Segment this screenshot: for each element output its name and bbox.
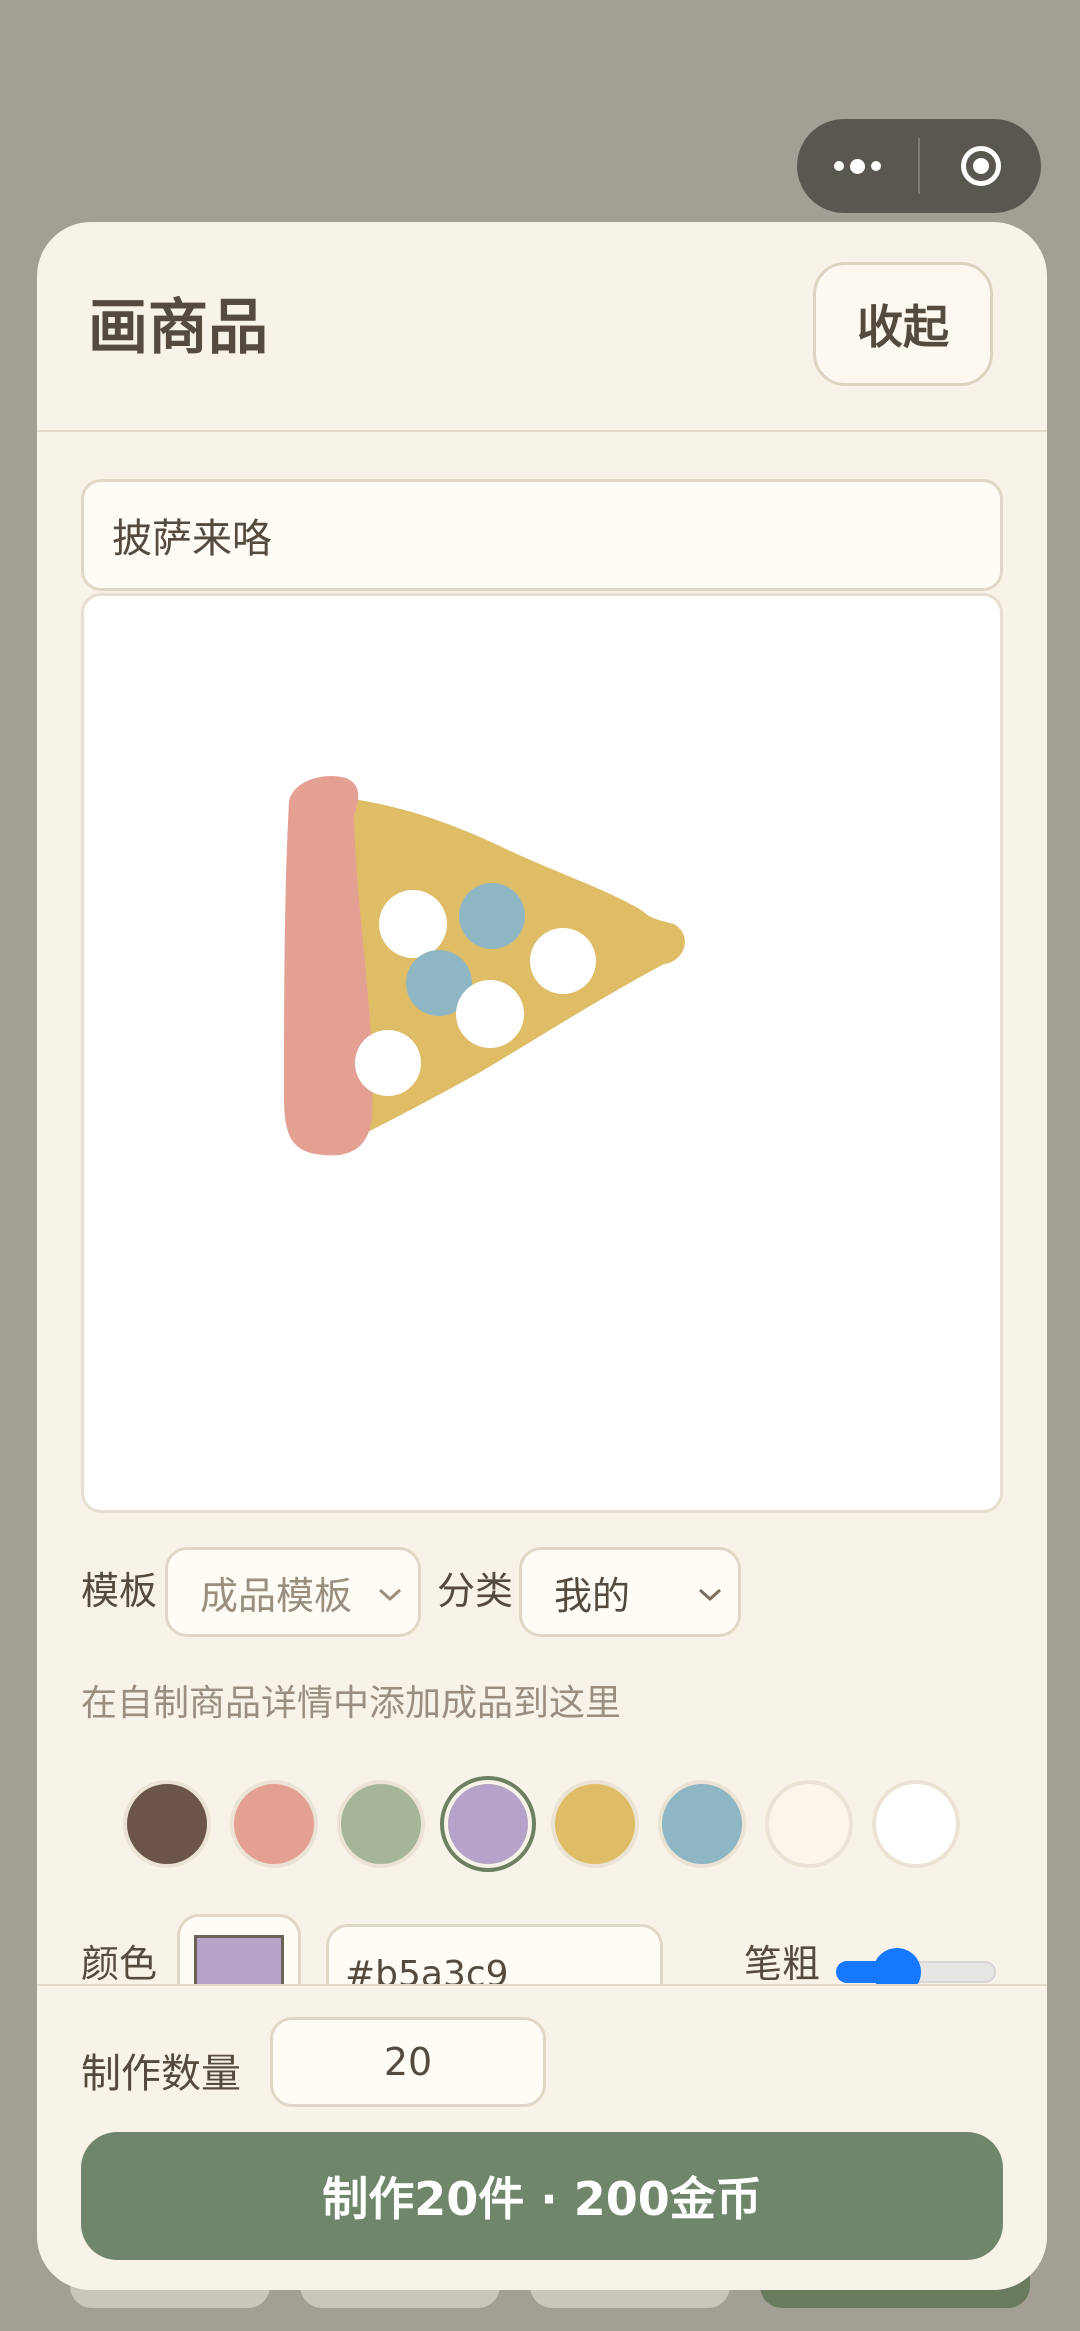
color-swatch-white[interactable] — [872, 1780, 960, 1868]
color-swatch-brown[interactable] — [123, 1780, 211, 1868]
more-dots-icon[interactable] — [797, 119, 918, 213]
chevron-down-icon — [698, 1588, 722, 1602]
quantity-label: 制作数量 — [81, 2051, 241, 2097]
draw-product-sheet: 画商品 收起 模板 成品模板 分类 我的 在自制商品详情中添加成 — [37, 222, 1047, 2290]
category-label: 分类 — [437, 1569, 514, 1613]
chevron-down-icon — [378, 1588, 402, 1602]
template-hint: 在自制商品详情中添加成品到这里 — [81, 1683, 622, 1724]
color-swatch-cream[interactable] — [765, 1780, 853, 1868]
color-swatch-purple[interactable] — [444, 1780, 532, 1868]
page-title: 画商品 — [88, 293, 268, 363]
drawing-canvas[interactable] — [81, 593, 1003, 1513]
category-select-value: 我的 — [554, 1573, 631, 1618]
template-label: 模板 — [81, 1569, 158, 1613]
target-circle-icon[interactable] — [920, 119, 1041, 213]
collapse-button[interactable]: 收起 — [813, 262, 993, 386]
color-swatch-green[interactable] — [337, 1780, 425, 1868]
color-swatch-yellow[interactable] — [551, 1780, 639, 1868]
category-select[interactable]: 我的 — [519, 1547, 741, 1637]
template-select-value: 成品模板 — [200, 1573, 353, 1618]
color-label: 颜色 — [81, 1942, 158, 1986]
color-swatch-pink[interactable] — [230, 1780, 318, 1868]
mini-program-capsule — [797, 119, 1041, 213]
current-color-chip — [194, 1935, 284, 1987]
footer-bar: 制作数量 制作20件 · 200金币 — [37, 1984, 1047, 2290]
template-select[interactable]: 成品模板 — [165, 1547, 421, 1637]
color-swatch-blue[interactable] — [658, 1780, 746, 1868]
pizza-slice-drawing — [284, 776, 685, 1156]
make-button[interactable]: 制作20件 · 200金币 — [81, 2132, 1003, 2260]
quantity-input[interactable] — [270, 2017, 546, 2107]
sheet-header: 画商品 收起 — [37, 222, 1047, 432]
pen-size-label: 笔粗 — [744, 1942, 821, 1986]
product-name-input[interactable] — [81, 479, 1003, 591]
